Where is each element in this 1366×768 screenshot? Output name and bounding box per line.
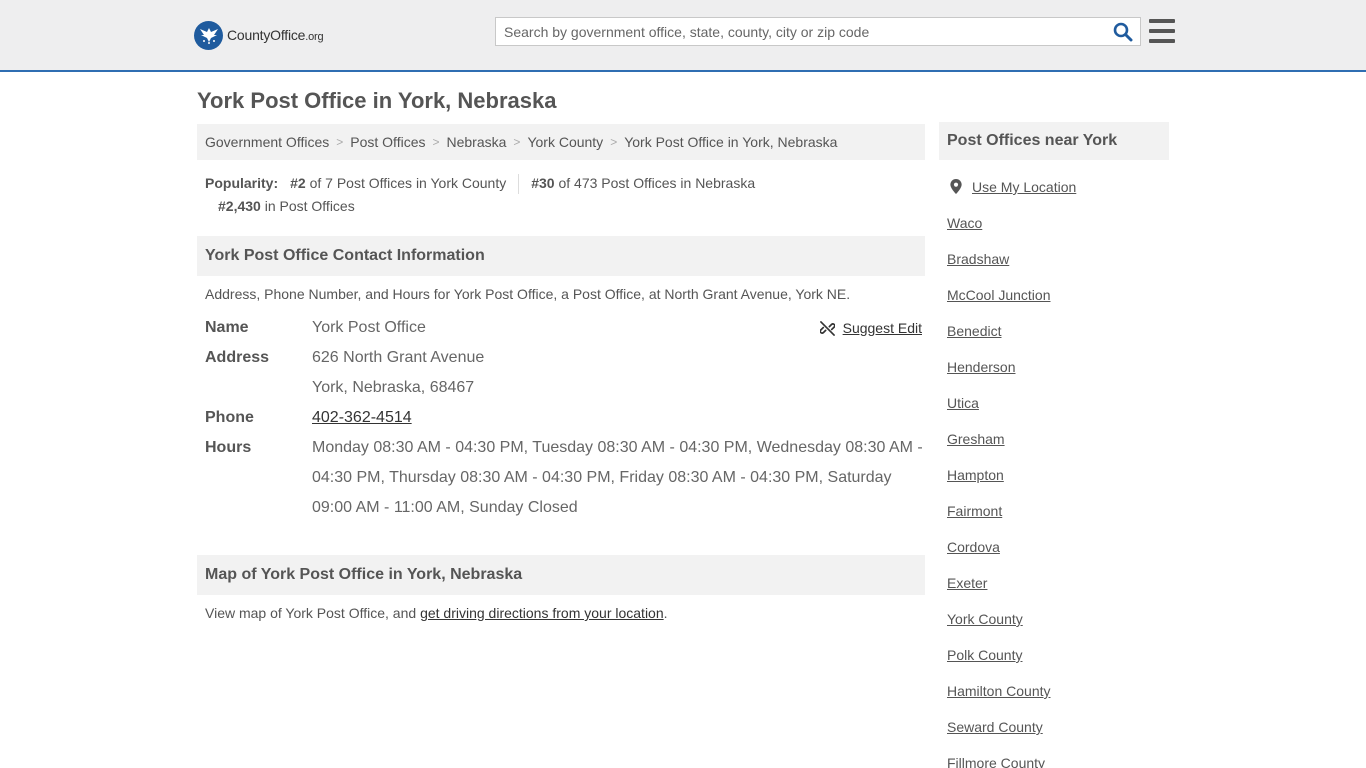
nearby-link-exeter[interactable]: Exeter [947, 575, 987, 591]
sidebar-item: Henderson [947, 356, 1169, 392]
nearby-post-offices-list: Use My Location Waco Bradshaw McCool Jun… [947, 176, 1169, 768]
broken-link-edit-icon [819, 320, 835, 336]
nearby-link-york-county[interactable]: York County [947, 611, 1023, 627]
sidebar-item: York County [947, 608, 1169, 644]
map-intro-end: . [663, 605, 668, 621]
address-value: 626 North Grant Avenue York, Nebraska, 6… [312, 343, 925, 403]
site-logo[interactable]: CountyOffice.org [194, 20, 324, 50]
breadcrumb-post-offices[interactable]: Post Offices [350, 134, 425, 150]
driving-directions-link[interactable]: get driving directions from your locatio… [420, 605, 664, 621]
menu-bar [1149, 19, 1175, 23]
search-icon [1113, 22, 1133, 41]
sidebar-item: Fairmont [947, 500, 1169, 536]
logo-text-main: CountyOffice [227, 27, 306, 43]
search-input[interactable] [496, 18, 1106, 45]
suggest-edit-label: Suggest Edit [842, 320, 922, 336]
logo-text-tld: .org [305, 31, 324, 43]
breadcrumb-york-county[interactable]: York County [527, 134, 603, 150]
page-title: York Post Office in York, Nebraska [197, 88, 557, 113]
sidebar-heading: Post Offices near York [939, 122, 1169, 160]
sidebar-item: Bradshaw [947, 248, 1169, 284]
breadcrumb-separator: > [610, 135, 618, 149]
hamburger-menu-icon[interactable] [1149, 19, 1175, 43]
nearby-link-bradshaw[interactable]: Bradshaw [947, 251, 1009, 267]
popularity-stats: Popularity: #2 of 7 Post Offices in York… [205, 172, 925, 218]
national-rank-text: in Post Offices [264, 198, 355, 214]
nearby-link-benedict[interactable]: Benedict [947, 323, 1001, 339]
suggest-edit-link[interactable]: Suggest Edit [819, 320, 922, 336]
sidebar-item: McCool Junction [947, 284, 1169, 320]
county-rank: #2 [290, 175, 306, 191]
nearby-link-hampton[interactable]: Hampton [947, 467, 1004, 483]
menu-bar [1149, 29, 1175, 33]
sidebar-item: Utica [947, 392, 1169, 428]
county-rank-text: of 7 Post Offices in York County [309, 175, 507, 191]
nearby-link-mccool-junction[interactable]: McCool Junction [947, 287, 1051, 303]
contact-intro: Address, Phone Number, and Hours for Yor… [205, 286, 851, 302]
search-button[interactable] [1106, 18, 1140, 45]
sidebar-item: Waco [947, 212, 1169, 248]
breadcrumb-separator: > [432, 135, 440, 149]
use-my-location-link[interactable]: Use My Location [972, 176, 1076, 198]
map-section-heading: Map of York Post Office in York, Nebrask… [197, 555, 925, 595]
breadcrumb: Government Offices > Post Offices > Nebr… [197, 124, 925, 160]
national-rank: #2,430 [218, 198, 261, 214]
hours-label: Hours [205, 439, 252, 456]
logo-wordmark: CountyOffice.org [227, 27, 324, 43]
contact-row-phone: Phone 402-362-4514 [205, 403, 925, 433]
search-bar [495, 17, 1141, 46]
nearby-link-utica[interactable]: Utica [947, 395, 979, 411]
popularity-label: Popularity: [205, 175, 279, 191]
nearby-link-polk-county[interactable]: Polk County [947, 647, 1022, 663]
breadcrumb-separator: > [513, 135, 521, 149]
site-header: CountyOffice.org [0, 0, 1366, 72]
nearby-link-seward-county[interactable]: Seward County [947, 719, 1043, 735]
hours-value: Monday 08:30 AM - 04:30 PM, Tuesday 08:3… [312, 439, 923, 516]
nearby-link-fillmore-county[interactable]: Fillmore County [947, 755, 1045, 768]
menu-bar [1149, 39, 1175, 43]
contact-row-name: Name York Post Office [205, 313, 925, 343]
sidebar-item: Benedict [947, 320, 1169, 356]
sidebar-item: Polk County [947, 644, 1169, 680]
map-intro-text: View map of York Post Office, and [205, 605, 421, 621]
breadcrumb-nebraska[interactable]: Nebraska [447, 134, 507, 150]
phone-value: 402-362-4514 [312, 403, 925, 433]
nearby-link-gresham[interactable]: Gresham [947, 431, 1005, 447]
nearby-link-fairmont[interactable]: Fairmont [947, 503, 1002, 519]
popularity-row: #2,430 in Post Offices [205, 195, 925, 218]
map-intro: View map of York Post Office, and get dr… [205, 605, 668, 621]
nearby-link-waco[interactable]: Waco [947, 215, 982, 231]
eagle-seal-icon [194, 20, 223, 50]
nearby-link-cordova[interactable]: Cordova [947, 539, 1000, 555]
contact-details: Suggest Edit Name York Post Office Addre… [205, 313, 925, 523]
divider [518, 173, 520, 194]
address-label: Address [205, 349, 270, 366]
sidebar-item: Gresham [947, 428, 1169, 464]
address-line-2: York, Nebraska, 68467 [312, 379, 475, 396]
sidebar-item: Hampton [947, 464, 1169, 500]
breadcrumb-government-offices[interactable]: Government Offices [205, 134, 329, 150]
breadcrumb-separator: > [336, 135, 344, 149]
name-label: Name [205, 319, 249, 336]
use-my-location-item: Use My Location [947, 176, 1169, 212]
nearby-link-henderson[interactable]: Henderson [947, 359, 1016, 375]
location-pin-icon [950, 179, 962, 194]
nearby-link-hamilton-county[interactable]: Hamilton County [947, 683, 1051, 699]
contact-row-hours: Hours Monday 08:30 AM - 04:30 PM, Tuesda… [205, 433, 925, 523]
breadcrumb-current: York Post Office in York, Nebraska [624, 134, 838, 150]
sidebar-item: Hamilton County [947, 680, 1169, 716]
state-rank: #30 [531, 175, 555, 191]
sidebar-item: Cordova [947, 536, 1169, 572]
sidebar-item: Seward County [947, 716, 1169, 752]
contact-row-address: Address 626 North Grant Avenue York, Neb… [205, 343, 925, 403]
state-rank-text: of 473 Post Offices in Nebraska [558, 175, 756, 191]
address-line-1: 626 North Grant Avenue [312, 349, 485, 366]
popularity-row: Popularity: #2 of 7 Post Offices in York… [205, 172, 925, 195]
contact-section-heading: York Post Office Contact Information [197, 236, 925, 276]
sidebar-item: Exeter [947, 572, 1169, 608]
phone-link[interactable]: 402-362-4514 [312, 409, 412, 426]
sidebar-item: Fillmore County [947, 752, 1169, 768]
phone-label: Phone [205, 409, 254, 426]
